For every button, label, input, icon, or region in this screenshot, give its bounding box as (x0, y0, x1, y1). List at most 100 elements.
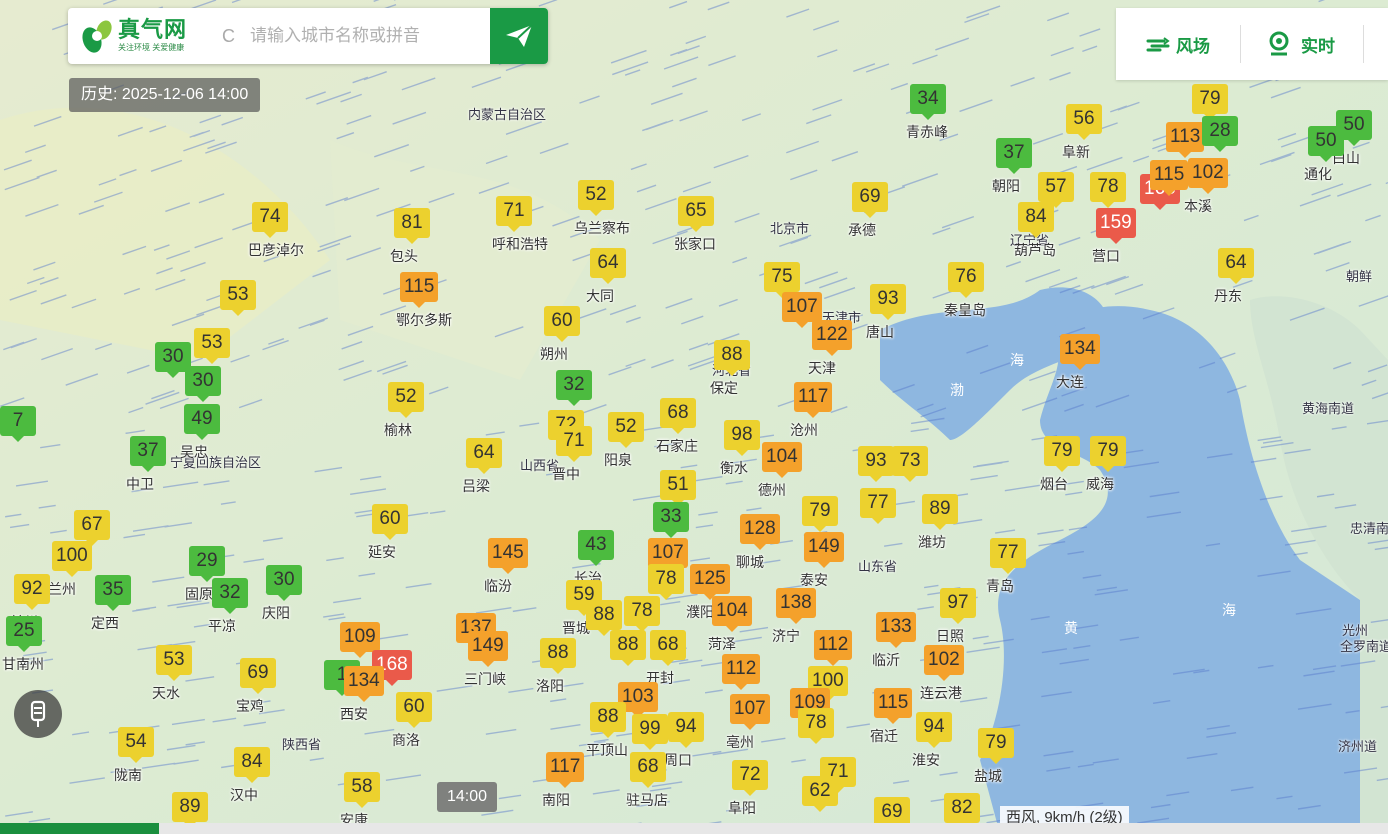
aqi-marker[interactable]: 133 (876, 612, 916, 648)
aqi-marker[interactable]: 69 (240, 658, 276, 694)
aqi-marker[interactable]: 102 (1188, 158, 1228, 194)
aqi-marker[interactable]: 32 (556, 370, 592, 406)
aqi-marker[interactable]: 84 (234, 747, 270, 783)
aqi-marker[interactable]: 79 (1044, 436, 1080, 472)
aqi-marker[interactable]: 73 (892, 446, 928, 482)
aqi-marker[interactable]: 30 (185, 366, 221, 402)
aqi-marker[interactable]: 78 (648, 564, 684, 600)
timeline-time-chip[interactable]: 14:00 (437, 782, 497, 812)
aqi-marker[interactable]: 49 (184, 404, 220, 440)
aqi-marker[interactable]: 67 (74, 510, 110, 546)
aqi-marker[interactable]: 82 (944, 793, 980, 829)
aqi-marker[interactable]: 112 (722, 654, 761, 690)
aqi-marker[interactable]: 104 (762, 442, 802, 478)
aqi-marker[interactable]: 89 (922, 494, 958, 530)
aqi-marker[interactable]: 115 (400, 272, 439, 308)
aqi-marker[interactable]: 92 (14, 574, 50, 610)
aqi-marker[interactable]: 107 (730, 694, 770, 730)
aqi-marker[interactable]: 69 (852, 182, 888, 218)
aqi-marker[interactable]: 138 (776, 588, 816, 624)
aqi-marker[interactable]: 56 (1066, 104, 1102, 140)
aqi-marker[interactable]: 65 (678, 196, 714, 232)
aqi-marker[interactable]: 64 (466, 438, 502, 474)
aqi-marker[interactable]: 117 (546, 752, 585, 788)
aqi-marker[interactable]: 53 (194, 328, 230, 364)
aqi-marker[interactable]: 58 (344, 772, 380, 808)
aqi-marker[interactable]: 149 (804, 532, 844, 568)
aqi-marker[interactable]: 88 (590, 702, 626, 738)
aqi-marker[interactable]: 93 (858, 446, 894, 482)
aqi-marker[interactable]: 68 (650, 630, 686, 666)
aqi-marker[interactable]: 88 (586, 600, 622, 636)
aqi-marker[interactable]: 159 (1096, 208, 1136, 244)
aqi-marker[interactable]: 35 (95, 575, 131, 611)
aqi-marker[interactable]: 115 (1150, 160, 1189, 196)
aqi-marker[interactable]: 53 (156, 645, 192, 681)
aqi-marker[interactable]: 50 (1308, 126, 1344, 162)
logo[interactable]: 真气网 关注环境 关爱健康 (80, 16, 220, 56)
aqi-marker[interactable]: 54 (118, 727, 154, 763)
aqi-marker[interactable]: 100 (52, 541, 92, 577)
aqi-marker[interactable]: 79 (1192, 84, 1228, 120)
aqi-marker[interactable]: 109 (340, 622, 380, 658)
aqi-marker[interactable]: 33 (653, 502, 689, 538)
aqi-marker[interactable]: 78 (1090, 172, 1126, 208)
aqi-marker[interactable]: 68 (630, 752, 666, 788)
aqi-marker[interactable]: 93 (870, 284, 906, 320)
aqi-marker[interactable]: 104 (712, 596, 752, 632)
aqi-marker[interactable]: 79 (802, 496, 838, 532)
mode-realtime-button[interactable]: 实时 (1267, 31, 1335, 57)
aqi-marker[interactable]: 77 (990, 538, 1026, 574)
aqi-marker[interactable]: 113 (1166, 122, 1205, 158)
aqi-marker[interactable]: 81 (394, 208, 430, 244)
aqi-marker[interactable]: 88 (714, 340, 750, 376)
aqi-marker[interactable]: 134 (1060, 334, 1100, 370)
aqi-marker[interactable]: 60 (544, 306, 580, 342)
aqi-marker[interactable]: 34 (910, 84, 946, 120)
aqi-marker[interactable]: 60 (372, 504, 408, 540)
aqi-marker[interactable]: 149 (468, 631, 508, 667)
aqi-marker[interactable]: 117 (794, 382, 833, 418)
aqi-marker[interactable]: 102 (924, 645, 964, 681)
tool-button[interactable] (14, 690, 62, 738)
aqi-marker[interactable]: 145 (488, 538, 528, 574)
aqi-marker[interactable]: 74 (252, 202, 288, 238)
aqi-marker[interactable]: 51 (660, 470, 696, 506)
aqi-marker[interactable]: 52 (388, 382, 424, 418)
aqi-marker[interactable]: 68 (660, 398, 696, 434)
timeline-bar[interactable] (0, 823, 1388, 834)
aqi-marker[interactable]: 84 (1018, 202, 1054, 238)
aqi-marker[interactable]: 89 (172, 792, 208, 828)
aqi-marker[interactable]: 64 (590, 248, 626, 284)
aqi-marker[interactable]: 32 (212, 578, 248, 614)
aqi-marker[interactable]: 30 (266, 565, 302, 601)
aqi-marker[interactable]: 94 (668, 712, 704, 748)
aqi-marker[interactable]: 98 (724, 420, 760, 456)
aqi-marker[interactable]: 79 (1090, 436, 1126, 472)
aqi-marker[interactable]: 29 (189, 546, 225, 582)
aqi-marker[interactable]: 128 (740, 514, 780, 550)
mode-wind-button[interactable]: 风场 (1146, 32, 1210, 57)
aqi-marker[interactable]: 77 (860, 488, 896, 524)
aqi-marker[interactable]: 107 (782, 292, 822, 328)
aqi-marker[interactable]: 37 (130, 436, 166, 472)
aqi-marker[interactable]: 75 (764, 262, 800, 298)
aqi-marker[interactable]: 28 (1202, 116, 1238, 152)
city-search-input[interactable] (248, 25, 482, 47)
aqi-marker[interactable]: 97 (940, 588, 976, 624)
aqi-marker[interactable]: 134 (344, 666, 384, 702)
aqi-marker[interactable]: 52 (608, 412, 644, 448)
aqi-marker[interactable]: 122 (812, 320, 852, 356)
aqi-marker[interactable]: 71 (556, 426, 592, 462)
aqi-marker[interactable]: 52 (578, 180, 614, 216)
aqi-marker[interactable]: 115 (874, 688, 913, 724)
aqi-marker[interactable]: 99 (632, 714, 668, 750)
aqi-marker[interactable]: 112 (814, 630, 853, 666)
aqi-marker[interactable]: 94 (916, 712, 952, 748)
aqi-marker[interactable]: 71 (496, 196, 532, 232)
aqi-marker[interactable]: 43 (578, 530, 614, 566)
aqi-marker[interactable]: 53 (220, 280, 256, 316)
aqi-marker[interactable]: 88 (540, 638, 576, 674)
aqi-marker[interactable]: 76 (948, 262, 984, 298)
aqi-marker[interactable]: 25 (6, 616, 42, 652)
